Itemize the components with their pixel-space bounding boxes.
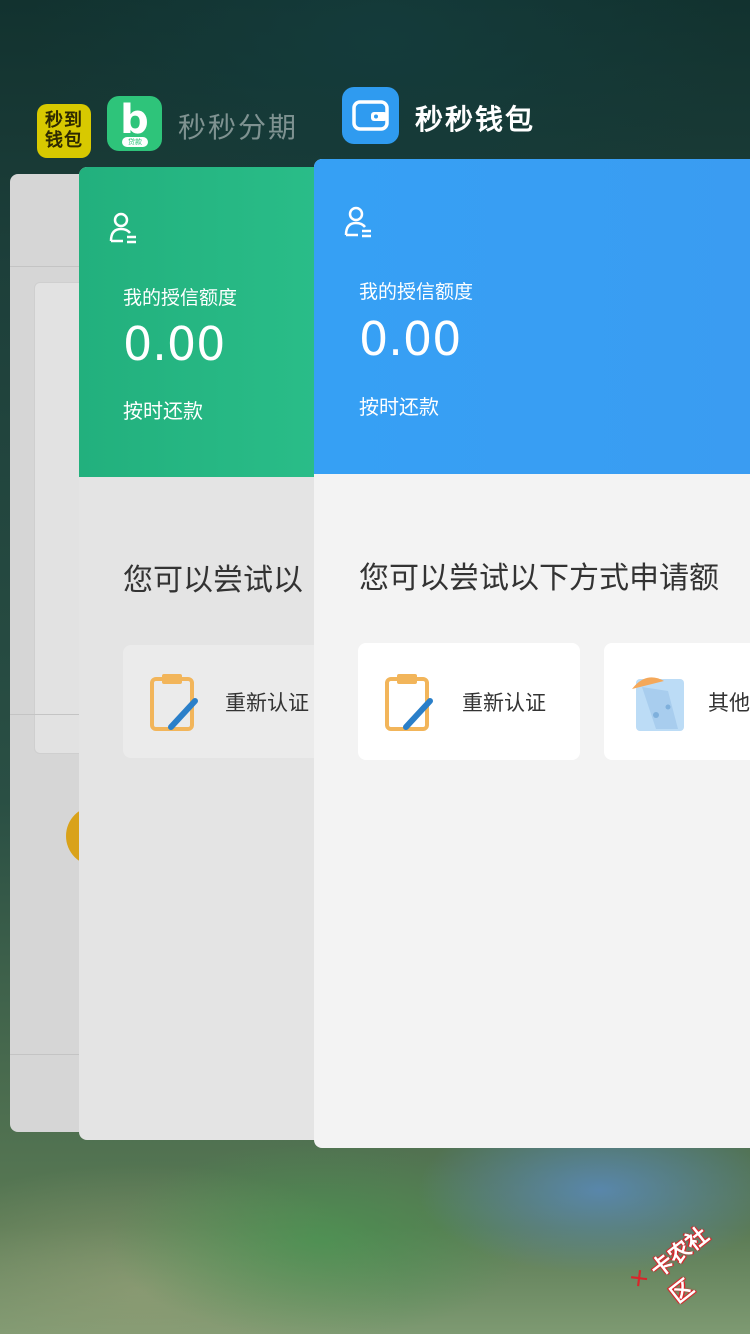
reverify-option[interactable]: 重新认证 (358, 643, 580, 760)
credit-limit-label: 我的授信额度 (359, 281, 474, 303)
miaodao-qianbao-icon-text: 秒到钱包 (45, 110, 83, 151)
miaomiao-qianbao-app-label[interactable]: 秒秒钱包 (415, 98, 535, 138)
apply-methods-heading: 您可以尝试以下方式申请额 (359, 561, 719, 596)
miaomiao-fenqi-app-label[interactable]: 秒秒分期 (178, 106, 298, 146)
app-card-miaomiao-qianbao[interactable]: 我的授信额度 0.00 按时还款 您可以尝试以下方式申请额 重新认证 其他 (314, 159, 750, 1148)
ufo-icon (632, 677, 684, 731)
credit-limit-value: 0.00 (359, 312, 462, 366)
repay-on-time-link[interactable]: 按时还款 (359, 391, 439, 420)
credit-limit-value: 0.00 (123, 317, 226, 371)
clipboard-pen-icon (150, 674, 198, 731)
wallet-icon (352, 100, 389, 131)
apply-methods-heading: 您可以尝试以 (123, 563, 303, 598)
user-icon (109, 212, 136, 244)
reverify-option-label: 重新认证 (225, 691, 309, 715)
miaomiao-qianbao-app-icon[interactable] (342, 87, 399, 144)
credit-limit-label: 我的授信额度 (123, 287, 238, 309)
clipboard-pen-icon (385, 674, 433, 731)
miaodao-qianbao-app-icon[interactable]: 秒到钱包 (37, 104, 91, 158)
other-option[interactable]: 其他 (604, 643, 750, 760)
user-icon (344, 206, 371, 238)
other-option-label: 其他 (708, 691, 750, 715)
reverify-option-label: 重新认证 (462, 691, 546, 715)
repay-on-time-link[interactable]: 按时还款 (123, 395, 203, 424)
miaomiao-fenqi-app-icon[interactable]: b 贷款 (107, 96, 162, 151)
fenqi-icon-tag: 贷款 (122, 137, 148, 147)
fenqi-icon-letter: b (120, 97, 149, 143)
